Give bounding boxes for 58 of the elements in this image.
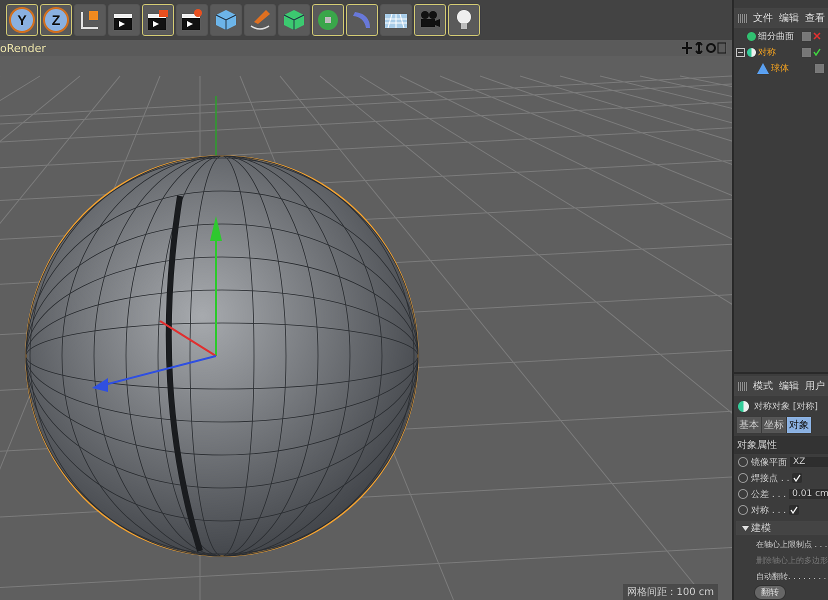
animation-radio[interactable] — [738, 489, 748, 499]
tool-button[interactable] — [380, 4, 412, 36]
clapperboard-box-icon — [146, 8, 170, 32]
tool-button[interactable] — [176, 4, 208, 36]
pen-icon — [248, 8, 272, 32]
menu-item[interactable]: 编辑 — [779, 379, 799, 393]
axis-lock-button[interactable]: Z — [40, 4, 72, 36]
menu-item[interactable]: 编辑 — [779, 11, 799, 25]
cube-icon — [282, 8, 306, 32]
symmetry-object-icon — [738, 401, 749, 412]
section-header: 对象属性 — [734, 436, 828, 454]
gear-flower-icon — [316, 8, 340, 32]
animation-radio[interactable] — [738, 505, 748, 515]
group-header[interactable]: 建模 — [736, 521, 828, 535]
animation-radio[interactable] — [738, 457, 748, 467]
object-name[interactable]: 球体 — [771, 62, 813, 74]
field-label: 对称 . . . — [751, 504, 786, 516]
tab[interactable]: 对象 — [787, 417, 811, 433]
tool-button[interactable] — [448, 4, 480, 36]
option-label: 自动翻转. . . . . . . . — [755, 571, 828, 583]
animation-radio[interactable] — [738, 473, 748, 483]
check-icon[interactable] — [813, 48, 821, 56]
tab[interactable]: 基本 — [737, 417, 761, 433]
flip-button[interactable]: 翻转 — [754, 585, 786, 600]
tab[interactable]: 坐标 — [762, 417, 786, 433]
tool-button[interactable] — [414, 4, 446, 36]
cross-icon[interactable] — [813, 32, 821, 40]
disclosure-triangle-icon[interactable] — [742, 524, 749, 532]
menu-item[interactable]: 用户 — [805, 379, 825, 393]
option-label: 在轴心上限制点 . . . — [755, 539, 828, 551]
field-label: 公差 . . . — [751, 488, 786, 500]
collapse-toggle-icon[interactable] — [736, 48, 745, 56]
cube-icon — [214, 8, 238, 32]
axis-lock-button[interactable]: Y — [6, 4, 38, 36]
object-title: 对称对象 [对称] — [754, 400, 818, 413]
group-label: 建模 — [751, 522, 771, 535]
symmetry-object-icon — [747, 48, 756, 56]
view-navigation-icons[interactable] — [682, 42, 726, 54]
menu-item[interactable]: 查看 — [805, 11, 825, 25]
viewport-title: oRender — [0, 42, 46, 54]
grid-spacing-label: 网格间距 : 100 cm — [622, 584, 718, 600]
field-label: 焊接点 . . — [751, 472, 790, 484]
menu-item[interactable]: 文件 — [753, 11, 773, 25]
checkbox[interactable] — [792, 473, 802, 483]
grip-icon[interactable] — [738, 14, 747, 22]
tool-button[interactable] — [108, 4, 140, 36]
subdiv-object-icon — [747, 32, 756, 40]
tool-button[interactable] — [142, 4, 174, 36]
object-name[interactable]: 细分曲面 — [758, 30, 800, 42]
menu-item[interactable]: 模式 — [753, 379, 773, 393]
grip-icon[interactable] — [738, 382, 747, 390]
field-label: 镜像平面 — [751, 456, 787, 468]
sphere-object-icon — [757, 62, 769, 74]
object-name[interactable]: 对称 — [758, 46, 800, 58]
number-field[interactable]: 0.01 cm — [789, 489, 828, 499]
checkbox[interactable] — [789, 505, 800, 515]
clapperboard-gear-icon — [180, 8, 204, 32]
dropdown[interactable]: XZ — [790, 457, 828, 467]
